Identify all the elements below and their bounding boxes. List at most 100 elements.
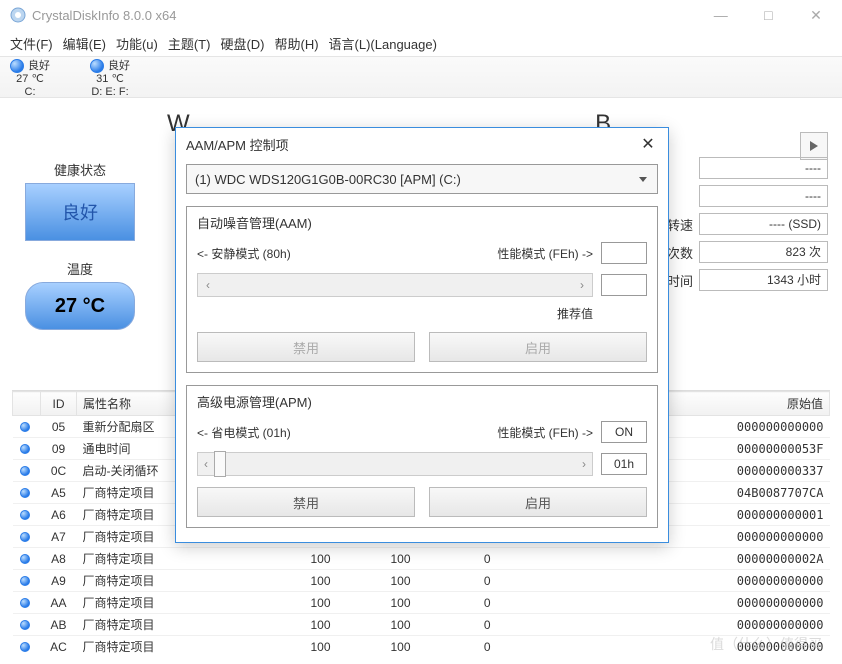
menu-file[interactable]: 文件(F) [10, 34, 53, 53]
aam-section: 自动噪音管理(AAM) <- 安静模式 (80h) 性能模式 (FEh) -> … [186, 206, 658, 373]
apm-slider[interactable]: ‹ › [197, 452, 593, 476]
health-label: 健康状态 [15, 160, 145, 179]
drive-letters: C: [10, 86, 50, 99]
drive-tabs: 良好 27 ℃ C: 良好 31 ℃ D: E: F: [0, 56, 842, 98]
cell-raw: 000000000000 [497, 570, 830, 592]
minimize-button[interactable]: — [699, 0, 743, 30]
close-button[interactable]: ✕ [794, 0, 838, 30]
row-orb-icon [20, 444, 30, 454]
apm-disable-button[interactable]: 禁用 [197, 487, 415, 517]
status-orb-icon [90, 59, 104, 73]
table-row[interactable]: AC厂商特定项目1001000000000000000 [13, 636, 830, 655]
chevron-right-icon: › [582, 457, 586, 471]
cell-c4: 100 [337, 592, 417, 614]
stat-value: ---- (SSD) [699, 213, 828, 235]
row-orb-icon [20, 598, 30, 608]
cell-name: 厂商特定项目 [77, 592, 257, 614]
health-status: 良好 [25, 183, 135, 241]
stat-value: 1343 小时 [699, 269, 828, 291]
drive-status: 良好 [108, 60, 130, 72]
row-orb-icon [20, 642, 30, 652]
cell-id: 05 [41, 416, 77, 438]
cell-c3: 100 [257, 614, 337, 636]
titlebar: CrystalDiskInfo 8.0.0 x64 — □ ✕ [0, 0, 842, 30]
status-orb-icon [10, 59, 24, 73]
apm-value[interactable]: 01h [601, 453, 647, 475]
row-orb-icon [20, 466, 30, 476]
cell-id: A6 [41, 504, 77, 526]
apm-section: 高级电源管理(APM) <- 省电模式 (01h) 性能模式 (FEh) -> … [186, 385, 658, 528]
col-orb[interactable] [13, 392, 41, 416]
menu-language[interactable]: 语言(L)(Language) [329, 34, 437, 53]
aam-rec-value [601, 274, 647, 296]
menu-disk[interactable]: 硬盘(D) [220, 34, 264, 53]
apm-save-label: <- 省电模式 (01h) [197, 424, 489, 441]
apm-title: 高级电源管理(APM) [197, 392, 647, 411]
stat-value: ---- [699, 185, 828, 207]
dialog-close-button[interactable]: ✕ [638, 134, 658, 154]
cell-c5: 0 [417, 592, 497, 614]
aam-enable-button[interactable]: 启用 [429, 332, 647, 362]
cell-id: A8 [41, 548, 77, 570]
cell-c3: 100 [257, 548, 337, 570]
drive-status: 良好 [28, 60, 50, 72]
maximize-button[interactable]: □ [746, 0, 790, 30]
cell-name: 厂商特定项目 [77, 548, 257, 570]
row-orb-icon [20, 554, 30, 564]
window-controls: — □ ✕ [699, 0, 838, 30]
aam-value[interactable] [601, 242, 647, 264]
slider-handle[interactable] [214, 451, 226, 477]
left-column: 健康状态 良好 温度 27 °C [15, 160, 145, 330]
stat-value: 823 次 [699, 241, 828, 263]
cell-id: A9 [41, 570, 77, 592]
apm-enable-button[interactable]: 启用 [429, 487, 647, 517]
menu-function[interactable]: 功能(u) [116, 34, 158, 53]
cell-c4: 100 [337, 548, 417, 570]
cell-name: 厂商特定项目 [77, 570, 257, 592]
cell-c4: 100 [337, 614, 417, 636]
cell-id: AA [41, 592, 77, 614]
table-row[interactable]: A9厂商特定项目1001000000000000000 [13, 570, 830, 592]
cell-c5: 0 [417, 570, 497, 592]
cell-id: 09 [41, 438, 77, 460]
cell-c5: 0 [417, 614, 497, 636]
drive-letters: D: E: F: [90, 86, 130, 99]
drive-tab-0[interactable]: 良好 27 ℃ C: [10, 59, 50, 99]
cell-raw: 00000000002A [497, 548, 830, 570]
table-row[interactable]: AB厂商特定项目1001000000000000000 [13, 614, 830, 636]
aam-perf-label: 性能模式 (FEh) -> [497, 245, 593, 262]
disk-select[interactable]: (1) WDC WDS120G1G0B-00RC30 [APM] (C:) [186, 164, 658, 194]
row-orb-icon [20, 532, 30, 542]
menu-bar: 文件(F) 编辑(E) 功能(u) 主题(T) 硬盘(D) 帮助(H) 语言(L… [0, 30, 842, 56]
cell-id: A7 [41, 526, 77, 548]
table-row[interactable]: AA厂商特定项目1001000000000000000 [13, 592, 830, 614]
menu-edit[interactable]: 编辑(E) [63, 34, 106, 53]
cell-id: AC [41, 636, 77, 655]
table-row[interactable]: A8厂商特定项目100100000000000002A [13, 548, 830, 570]
stats-column: ---- ---- 转速---- (SSD) 次数823 次 时间1343 小时 [658, 156, 828, 296]
cell-raw: 000000000000 [497, 614, 830, 636]
temp-value: 27 °C [25, 282, 135, 330]
chevron-left-icon: ‹ [206, 278, 210, 292]
aam-rec-label: 推荐值 [557, 305, 593, 322]
stat-value: ---- [699, 157, 828, 179]
col-id[interactable]: ID [41, 392, 77, 416]
apm-perf-label: 性能模式 (FEh) -> [497, 424, 593, 441]
cell-c3: 100 [257, 570, 337, 592]
drive-tab-1[interactable]: 良好 31 ℃ D: E: F: [90, 59, 130, 99]
row-orb-icon [20, 510, 30, 520]
chevron-left-icon: ‹ [204, 457, 208, 471]
window-title: CrystalDiskInfo 8.0.0 x64 [32, 8, 699, 23]
apm-on-value: ON [601, 421, 647, 443]
cell-name: 厂商特定项目 [77, 614, 257, 636]
cell-c5: 0 [417, 548, 497, 570]
aam-slider[interactable]: ‹› [197, 273, 593, 297]
temp-label: 温度 [15, 259, 145, 278]
menu-theme[interactable]: 主题(T) [168, 34, 211, 53]
menu-help[interactable]: 帮助(H) [275, 34, 319, 53]
cell-c5: 0 [417, 636, 497, 655]
watermark: 值（什么）值得买 [710, 634, 822, 654]
aam-disable-button[interactable]: 禁用 [197, 332, 415, 362]
row-orb-icon [20, 620, 30, 630]
app-icon [10, 7, 26, 23]
